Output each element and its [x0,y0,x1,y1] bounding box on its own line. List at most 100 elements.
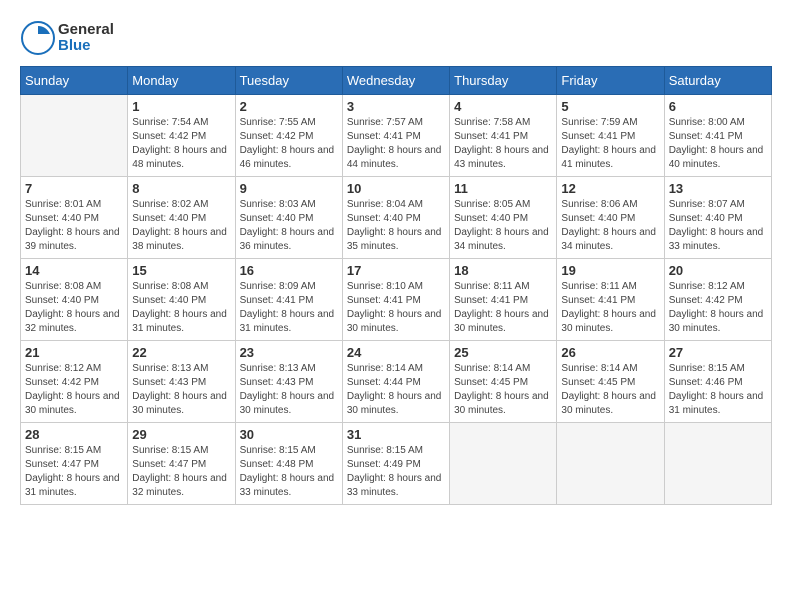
calendar-cell: 23Sunrise: 8:13 AMSunset: 4:43 PMDayligh… [235,341,342,423]
page-header: General Blue [20,20,772,56]
day-info: Sunrise: 7:55 AMSunset: 4:42 PMDaylight:… [240,116,338,172]
day-number: 1 [132,99,230,114]
day-number: 16 [240,263,338,278]
calendar-cell: 28 Sunrise: 8:15 AMSunset: 4:47 PMDayligh… [21,423,128,505]
calendar-cell: 29 Sunrise: 8:15 AMSunset: 4:47 PMDayligh… [128,423,235,505]
day-number: 29 [132,427,230,442]
day-info: Sunrise: 8:10 AMSunset: 4:41 PMDaylight:… [347,280,445,336]
calendar-cell [450,423,557,505]
day-number: 28 [25,427,123,442]
logo-blue: Blue [58,38,114,55]
calendar-cell: 2 Sunrise: 7:55 AMSunset: 4:42 PMDaylight… [235,95,342,177]
day-info: Sunrise: 8:09 AMSunset: 4:41 PMDaylight:… [240,280,338,336]
day-number: 22 [132,345,230,360]
day-number: 18 [454,263,552,278]
calendar-week-row: 7 Sunrise: 8:01 AMSunset: 4:40 PMDaylight… [21,177,772,259]
day-info: Sunrise: 8:12 AMSunset: 4:42 PMDaylight:… [669,280,767,336]
calendar-week-row: 14Sunrise: 8:08 AMSunset: 4:40 PMDayligh… [21,259,772,341]
calendar-cell: 5 Sunrise: 7:59 AMSunset: 4:41 PMDaylight… [557,95,664,177]
calendar-cell: 11Sunrise: 8:05 AMSunset: 4:40 PMDayligh… [450,177,557,259]
day-info: Sunrise: 8:15 AMSunset: 4:48 PMDaylight:… [240,444,338,500]
day-number: 6 [669,99,767,114]
day-of-week-header: Sunday [21,67,128,95]
calendar-cell [557,423,664,505]
day-info: Sunrise: 7:59 AMSunset: 4:41 PMDaylight:… [561,116,659,172]
calendar-cell: 14Sunrise: 8:08 AMSunset: 4:40 PMDayligh… [21,259,128,341]
calendar-cell: 27 Sunrise: 8:15 AMSunset: 4:46 PMDayligh… [664,341,771,423]
logo-general: General [58,22,114,39]
calendar-cell: 30 Sunrise: 8:15 AMSunset: 4:48 PMDayligh… [235,423,342,505]
day-info: Sunrise: 8:13 AMSunset: 4:43 PMDaylight:… [240,362,338,418]
day-info: Sunrise: 8:11 AMSunset: 4:41 PMDaylight:… [561,280,659,336]
day-info: Sunrise: 8:15 AMSunset: 4:47 PMDaylight:… [132,444,230,500]
calendar-cell: 8 Sunrise: 8:02 AMSunset: 4:40 PMDaylight… [128,177,235,259]
calendar-header-row: SundayMondayTuesdayWednesdayThursdayFrid… [21,67,772,95]
day-info: Sunrise: 8:06 AMSunset: 4:40 PMDaylight:… [561,198,659,254]
day-number: 27 [669,345,767,360]
day-number: 2 [240,99,338,114]
day-number: 31 [347,427,445,442]
day-number: 25 [454,345,552,360]
day-info: Sunrise: 8:14 AMSunset: 4:45 PMDaylight:… [561,362,659,418]
day-number: 26 [561,345,659,360]
day-info: Sunrise: 8:03 AMSunset: 4:40 PMDaylight:… [240,198,338,254]
day-info: Sunrise: 7:57 AMSunset: 4:41 PMDaylight:… [347,116,445,172]
day-info: Sunrise: 8:08 AMSunset: 4:40 PMDaylight:… [25,280,123,336]
calendar-cell: 20 Sunrise: 8:12 AMSunset: 4:42 PMDayligh… [664,259,771,341]
calendar-cell: 16 Sunrise: 8:09 AMSunset: 4:41 PMDayligh… [235,259,342,341]
day-number: 4 [454,99,552,114]
day-number: 15 [132,263,230,278]
day-info: Sunrise: 8:13 AMSunset: 4:43 PMDaylight:… [132,362,230,418]
day-info: Sunrise: 8:14 AMSunset: 4:44 PMDaylight:… [347,362,445,418]
day-info: Sunrise: 8:07 AMSunset: 4:40 PMDaylight:… [669,198,767,254]
day-info: Sunrise: 8:12 AMSunset: 4:42 PMDaylight:… [25,362,123,418]
day-info: Sunrise: 8:04 AMSunset: 4:40 PMDaylight:… [347,198,445,254]
day-info: Sunrise: 8:15 AMSunset: 4:47 PMDaylight:… [25,444,123,500]
calendar-cell: 9 Sunrise: 8:03 AMSunset: 4:40 PMDaylight… [235,177,342,259]
day-number: 13 [669,181,767,196]
calendar-week-row: 28 Sunrise: 8:15 AMSunset: 4:47 PMDayligh… [21,423,772,505]
calendar-cell: 17Sunrise: 8:10 AMSunset: 4:41 PMDayligh… [342,259,449,341]
calendar-cell: 15 Sunrise: 8:08 AMSunset: 4:40 PMDayligh… [128,259,235,341]
day-info: Sunrise: 8:05 AMSunset: 4:40 PMDaylight:… [454,198,552,254]
day-number: 12 [561,181,659,196]
calendar-cell: 24 Sunrise: 8:14 AMSunset: 4:44 PMDayligh… [342,341,449,423]
calendar-cell: 3 Sunrise: 7:57 AMSunset: 4:41 PMDaylight… [342,95,449,177]
day-number: 20 [669,263,767,278]
calendar-cell: 7 Sunrise: 8:01 AMSunset: 4:40 PMDaylight… [21,177,128,259]
day-info: Sunrise: 8:01 AMSunset: 4:40 PMDaylight:… [25,198,123,254]
day-number: 7 [25,181,123,196]
day-of-week-header: Monday [128,67,235,95]
day-number: 19 [561,263,659,278]
calendar-cell: 19 Sunrise: 8:11 AMSunset: 4:41 PMDayligh… [557,259,664,341]
day-number: 24 [347,345,445,360]
calendar-cell: 1 Sunrise: 7:54 AMSunset: 4:42 PMDaylight… [128,95,235,177]
calendar-table: SundayMondayTuesdayWednesdayThursdayFrid… [20,66,772,505]
day-info: Sunrise: 8:11 AMSunset: 4:41 PMDaylight:… [454,280,552,336]
day-number: 9 [240,181,338,196]
day-info: Sunrise: 8:02 AMSunset: 4:40 PMDaylight:… [132,198,230,254]
calendar-week-row: 21Sunrise: 8:12 AMSunset: 4:42 PMDayligh… [21,341,772,423]
day-number: 3 [347,99,445,114]
logo: General Blue [20,20,114,56]
day-info: Sunrise: 8:00 AMSunset: 4:41 PMDaylight:… [669,116,767,172]
day-of-week-header: Friday [557,67,664,95]
calendar-cell: 21Sunrise: 8:12 AMSunset: 4:42 PMDayligh… [21,341,128,423]
day-info: Sunrise: 8:15 AMSunset: 4:49 PMDaylight:… [347,444,445,500]
day-of-week-header: Thursday [450,67,557,95]
calendar-cell: 18 Sunrise: 8:11 AMSunset: 4:41 PMDayligh… [450,259,557,341]
day-number: 30 [240,427,338,442]
calendar-cell: 22 Sunrise: 8:13 AMSunset: 4:43 PMDayligh… [128,341,235,423]
calendar-cell: 12 Sunrise: 8:06 AMSunset: 4:40 PMDayligh… [557,177,664,259]
calendar-cell: 26 Sunrise: 8:14 AMSunset: 4:45 PMDayligh… [557,341,664,423]
day-info: Sunrise: 8:08 AMSunset: 4:40 PMDaylight:… [132,280,230,336]
day-number: 8 [132,181,230,196]
day-number: 5 [561,99,659,114]
calendar-cell: 13 Sunrise: 8:07 AMSunset: 4:40 PMDayligh… [664,177,771,259]
day-of-week-header: Saturday [664,67,771,95]
logo-svg [20,20,56,56]
calendar-cell [664,423,771,505]
day-of-week-header: Wednesday [342,67,449,95]
day-info: Sunrise: 7:54 AMSunset: 4:42 PMDaylight:… [132,116,230,172]
day-info: Sunrise: 8:15 AMSunset: 4:46 PMDaylight:… [669,362,767,418]
